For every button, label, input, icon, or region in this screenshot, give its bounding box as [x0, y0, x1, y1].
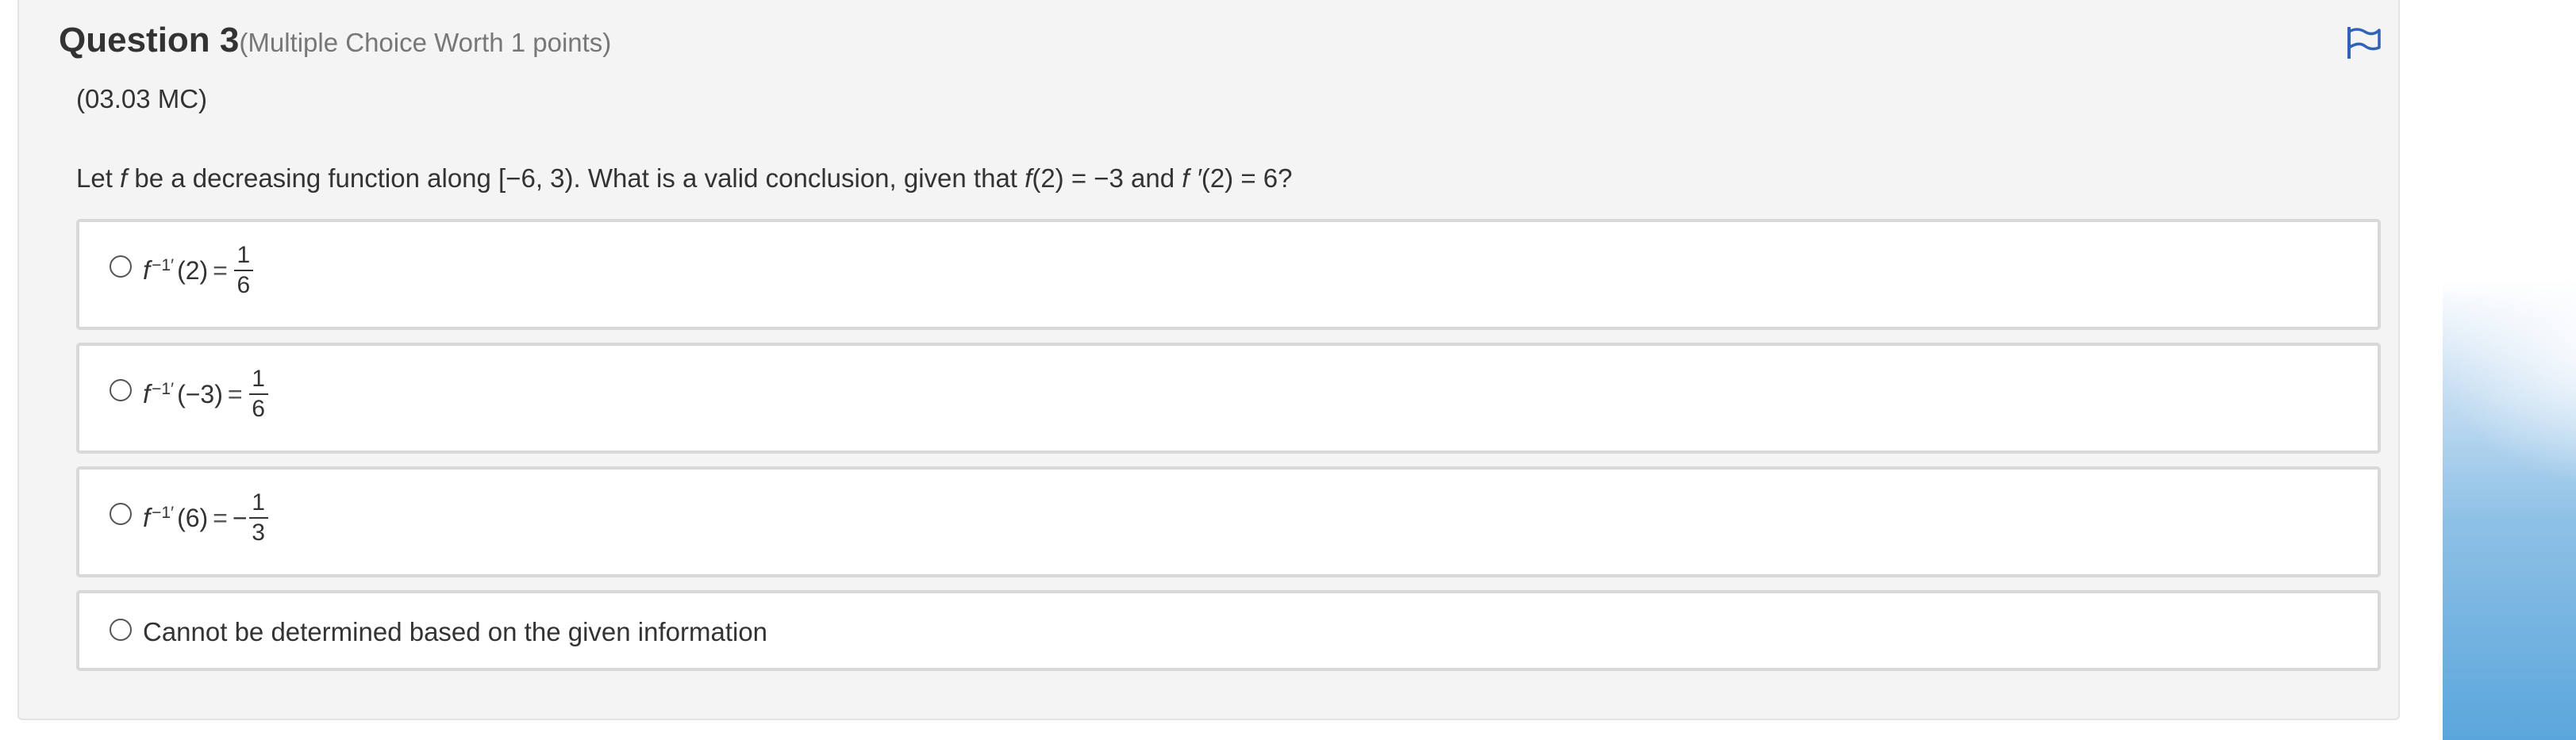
radio-button[interactable] [110, 379, 132, 401]
question-stem: Let f be a decreasing function along [−6… [76, 163, 1293, 193]
background-gradient [2443, 0, 2576, 740]
choice-1[interactable]: f −1′ (2) = 1 6 [76, 219, 2381, 330]
question-panel: Question 3(Multiple Choice Worth 1 point… [17, 0, 2400, 720]
fraction: 13 [248, 490, 268, 546]
choice-3[interactable]: f −1′ (6) = −1 3 [76, 466, 2381, 577]
choice-4[interactable]: Cannot be determined based on the given … [76, 590, 2381, 671]
choice-2[interactable]: f −1′ (−3) = 1 6 [76, 343, 2381, 454]
choice-2-formula: f −1′ (−3) = 1 6 [143, 366, 268, 422]
question-meta: (Multiple Choice Worth 1 points) [239, 28, 612, 57]
flag-icon[interactable] [2344, 24, 2382, 60]
question-header: Question 3(Multiple Choice Worth 1 point… [59, 21, 611, 60]
choice-1-formula: f −1′ (2) = 1 6 [143, 243, 253, 298]
question-code: (03.03 MC) [76, 84, 208, 113]
choice-3-formula: f −1′ (6) = −1 3 [143, 490, 268, 546]
radio-button[interactable] [110, 503, 132, 525]
radio-button[interactable] [110, 619, 132, 641]
fraction: 16 [248, 366, 268, 422]
choice-4-label: Cannot be determined based on the given … [143, 617, 768, 646]
question-title: Question 3 [59, 21, 240, 59]
radio-button[interactable] [110, 255, 132, 278]
fraction: 16 [233, 243, 253, 298]
